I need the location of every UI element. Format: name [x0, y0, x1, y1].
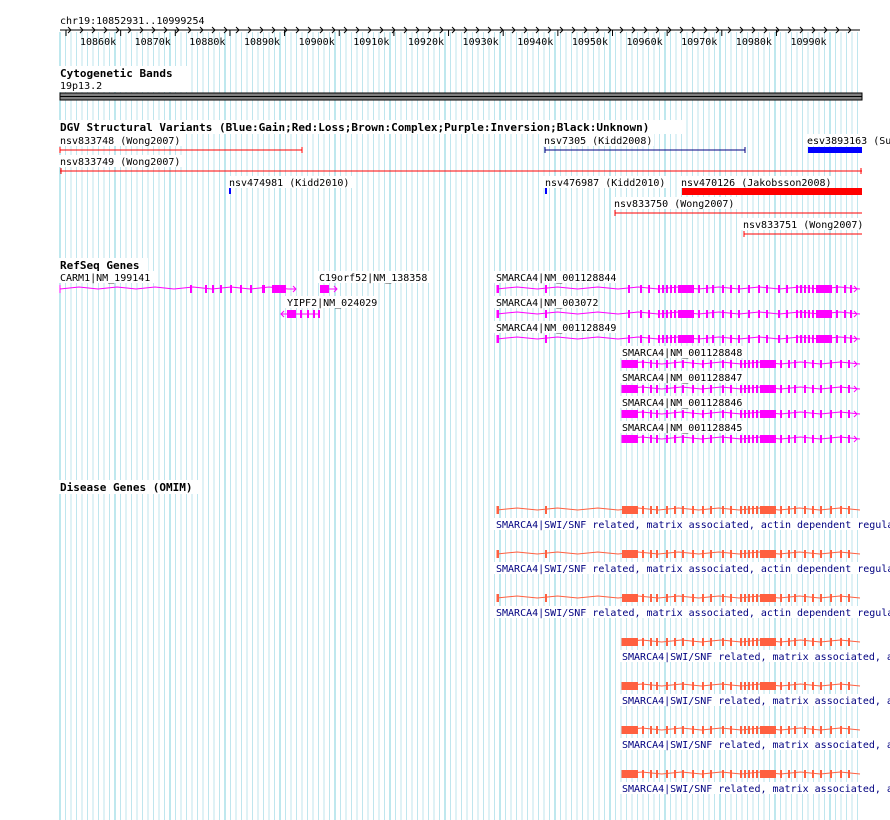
- ruler-tick-label: 10920k: [408, 37, 444, 48]
- refseq-title: RefSeq Genes: [60, 259, 139, 272]
- dgv-track[interactable]: DGV Structural Variants (Blue:Gain;Red:L…: [58, 120, 890, 237]
- omim-track[interactable]: Disease Genes (OMIM) SMARCA4|SWI/SNF rel…: [58, 480, 890, 795]
- ruler-tick-label: 10940k: [517, 37, 553, 48]
- cytoband-band-label: 19p13.2: [60, 81, 102, 92]
- dgv-feature-esv3893163[interactable]: [808, 147, 862, 153]
- omim-label-4: SMARCA4|SWI/SNF related, matrix associat…: [622, 652, 890, 663]
- ruler-tick-label: 10970k: [681, 37, 717, 48]
- omim-label-7: SMARCA4|SWI/SNF related, matrix associat…: [622, 784, 890, 795]
- ruler-range-label: chr19:10852931..10999254: [60, 16, 205, 27]
- gene-label-smarca4-072: SMARCA4|NM_003072: [496, 298, 598, 309]
- gene-label-smarca4-849: SMARCA4|NM_001128849: [496, 323, 616, 334]
- gene-label-smarca4-844: SMARCA4|NM_001128844: [496, 273, 616, 284]
- omim-title: Disease Genes (OMIM): [60, 481, 192, 494]
- omim-label-6: SMARCA4|SWI/SNF related, matrix associat…: [622, 740, 890, 751]
- ruler-tick-label: 10870k: [135, 37, 171, 48]
- gene-label-smarca4-846: SMARCA4|NM_001128846: [622, 398, 742, 409]
- ruler-tick-label: 10950k: [572, 37, 608, 48]
- omim-gene-2[interactable]: [496, 550, 861, 558]
- refseq-track[interactable]: RefSeq Genes CARM1|NM_199141 C19orf52|NM…: [58, 258, 861, 443]
- gene-carm1[interactable]: [59, 285, 289, 293]
- ruler-ticks: 10860k 10870k 10880k 10890k 10900k 10910k 1092…: [65, 30, 827, 48]
- gene-yipf2[interactable]: [287, 310, 296, 318]
- ruler-tick-label: 10910k: [353, 37, 389, 48]
- ruler-tick-label: 10880k: [189, 37, 225, 48]
- dgv-label-nsv474981: nsv474981 (Kidd2010): [229, 178, 349, 189]
- omim-gene-glyphs[interactable]: [496, 506, 861, 778]
- dgv-label-nsv833751: nsv833751 (Wong2007): [743, 220, 863, 231]
- cytoband-title: Cytogenetic Bands: [60, 67, 173, 80]
- gene-c19orf52[interactable]: [320, 285, 329, 293]
- dgv-feature-nsv474981[interactable]: [229, 188, 231, 194]
- omim-label-5: SMARCA4|SWI/SNF related, matrix associat…: [622, 696, 890, 707]
- gene-smarca4-844[interactable]: [496, 285, 861, 293]
- dgv-title: DGV Structural Variants (Blue:Gain;Red:L…: [60, 121, 649, 134]
- refseq-gene-glyphs[interactable]: [59, 285, 861, 443]
- dgv-label-nsv476987: nsv476987 (Kidd2010): [545, 178, 665, 189]
- gene-smarca4-072[interactable]: [496, 310, 861, 318]
- dgv-label-nsv833750: nsv833750 (Wong2007): [614, 199, 734, 210]
- omim-label-1: SMARCA4|SWI/SNF related, matrix associat…: [496, 520, 890, 531]
- omim-gene-3[interactable]: [496, 594, 861, 602]
- ruler-tick-label: 10860k: [80, 37, 116, 48]
- dgv-label-nsv833748: nsv833748 (Wong2007): [60, 136, 180, 147]
- genome-browser-panel[interactable]: chr19:10852931..10999254 10860k 10870k 108…: [0, 0, 890, 820]
- ruler-tick-label: 10980k: [736, 37, 772, 48]
- gene-label-smarca4-848: SMARCA4|NM_001128848: [622, 348, 742, 359]
- dgv-label-nsv7305: nsv7305 (Kidd2008): [544, 136, 652, 147]
- omim-label-2: SMARCA4|SWI/SNF related, matrix associat…: [496, 564, 890, 575]
- gene-label-yipf2: YIPF2|NM_024029: [287, 298, 377, 309]
- gene-label-c19orf52: C19orf52|NM_138358: [319, 273, 427, 284]
- gene-label-carm1: CARM1|NM_199141: [60, 273, 150, 284]
- ruler[interactable]: chr19:10852931..10999254 10860k 10870k 108…: [58, 12, 860, 48]
- ruler-tick-label: 10890k: [244, 37, 280, 48]
- omim-label-3: SMARCA4|SWI/SNF related, matrix associat…: [496, 608, 890, 619]
- dgv-feature-nsv476987[interactable]: [545, 188, 547, 194]
- gene-label-smarca4-845: SMARCA4|NM_001128845: [622, 423, 742, 434]
- ruler-tick-label: 10930k: [463, 37, 499, 48]
- omim-gene-1[interactable]: [496, 506, 861, 514]
- ruler-tick-label: 10960k: [627, 37, 663, 48]
- dgv-label-nsv470126: nsv470126 (Jakobsson2008): [681, 178, 832, 189]
- dgv-label-nsv833749: nsv833749 (Wong2007): [60, 157, 180, 168]
- ruler-tick-label: 10990k: [790, 37, 826, 48]
- gene-smarca4-849[interactable]: [496, 335, 861, 343]
- cytoband-track[interactable]: Cytogenetic Bands 19p13.2: [58, 66, 863, 101]
- dgv-feature-nsv470126[interactable]: [682, 188, 862, 195]
- ruler-tick-label: 10900k: [299, 37, 335, 48]
- gene-label-smarca4-847: SMARCA4|NM_001128847: [622, 373, 742, 384]
- dgv-label-esv3893163: esv3893163 (Su: [807, 136, 890, 147]
